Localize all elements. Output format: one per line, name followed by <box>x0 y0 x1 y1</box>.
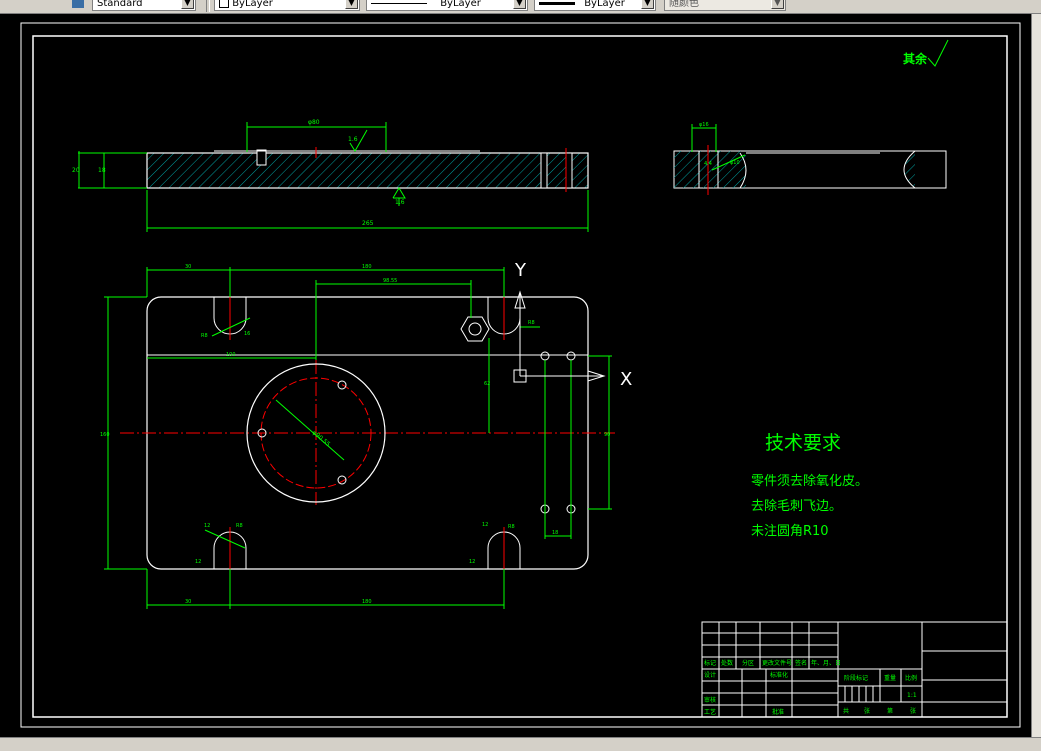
plan-hex-nut <box>460 316 490 342</box>
tech-req-line-3: 未注圆角R10 <box>751 524 829 539</box>
side-surface-finish-top: 1.6 <box>348 136 358 143</box>
plan-dim-top-mid: 180 <box>362 264 372 270</box>
plan-dim-bottom-small: 12 <box>195 559 201 565</box>
side-top-dim: φ80 <box>308 119 320 126</box>
chevron-down-icon[interactable]: ▼ <box>641 0 654 9</box>
plan-dim-slot-w: 16 <box>244 331 250 337</box>
chevron-down-icon[interactable]: ▼ <box>345 0 358 9</box>
side-hole-1 <box>540 152 548 189</box>
plan-dim-slot-bl-1: 12 <box>204 523 210 529</box>
plan-dim-slot-bl-2: R8 <box>236 523 243 529</box>
plan-dim-circle: φ90.55 <box>311 429 332 448</box>
ucs-x-label: X <box>620 369 632 390</box>
tb-label-sign: 签名 <box>795 659 807 667</box>
properties-toolbar: Standard ▼ ByLayer ▼ ByLayer ▼ ByLayer ▼… <box>0 0 1041 14</box>
end-dim-1: 4.4 <box>704 161 712 167</box>
side-total-length: 265 <box>362 220 374 227</box>
linetype-combo[interactable]: ByLayer ▼ <box>366 0 528 11</box>
chevron-down-icon[interactable]: ▼ <box>513 0 526 9</box>
side-surface-finish-bottom: 1.6 <box>395 199 405 206</box>
plan-dim-slot-br-1: 12 <box>482 522 488 528</box>
tb-label-review: 审核 <box>704 696 716 704</box>
toolbar-separator <box>206 0 210 12</box>
side-view: φ80 1.6 20 18 1.6 265 <box>72 119 589 232</box>
ucs-y-label: Y <box>514 260 527 281</box>
title-block <box>701 621 1008 718</box>
tb-label-sheet-word: 张 <box>864 707 870 715</box>
tb-label-process: 工艺 <box>704 708 716 716</box>
plan-dim-left-height: 160 <box>100 432 110 438</box>
end-view: φ16 4.4 φ10 <box>673 122 947 195</box>
plan-dim-right-bottom: 18 <box>552 530 558 536</box>
tb-label-page-word: 张 <box>910 707 916 715</box>
color-value: ByLayer <box>232 0 273 9</box>
plan-dim-hole-offset: 62 <box>484 381 490 387</box>
text-style-value: Standard <box>97 0 143 9</box>
drawing-svg: 其余 φ80 1.6 20 18 1.6 265 φ16 4.4 φ10 φ90… <box>20 22 1021 728</box>
side-hole-2 <box>565 152 573 189</box>
plan-dim-right-height: 90 <box>604 432 610 438</box>
plan-dim-bottom-right-small: 12 <box>469 559 475 565</box>
lineweight-sample <box>539 1 575 5</box>
tech-req-line-2: 去除毛刺飞边。 <box>751 499 842 514</box>
color-swatch-icon <box>219 0 229 8</box>
vertical-scrollbar[interactable] <box>1031 14 1041 737</box>
plan-dim-slot-r: R8 <box>201 333 208 339</box>
side-left-dim-1: 20 <box>72 167 80 174</box>
end-top-dim: φ16 <box>699 122 709 128</box>
roughness-note: 其余 <box>903 39 949 67</box>
linetype-value: ByLayer <box>440 0 481 9</box>
side-left-dim-2: 18 <box>98 167 106 174</box>
plan-dim-bottom-left: 30 <box>185 599 191 605</box>
tb-label-count: 处数 <box>721 659 733 667</box>
plan-dim-mid-left: 100 <box>226 352 236 358</box>
linetype-sample <box>371 2 427 4</box>
tb-label-date: 年、月、日 <box>811 659 841 667</box>
tb-label-weight: 重量 <box>884 674 896 682</box>
tech-req-title: 技术要求 <box>765 432 841 454</box>
tb-label-mark: 标记 <box>704 659 716 667</box>
tb-label-sheets: 共 <box>843 707 849 715</box>
plan-view: φ90.55 30 180 98.55 160 100 62 R8 16 R8 … <box>100 264 615 609</box>
tb-label-scale: 比例 <box>905 674 917 682</box>
technical-requirements: 技术要求 零件须去除氧化皮。 去除毛刺飞边。 未注圆角R10 <box>751 432 868 539</box>
plan-dim-slot-r-right: R8 <box>528 320 535 326</box>
text-style-combo[interactable]: Standard ▼ <box>92 0 196 11</box>
side-body <box>146 152 589 189</box>
plot-style-combo[interactable]: 随颜色 ▼ <box>664 0 786 11</box>
tb-label-page: 第 <box>887 707 893 715</box>
color-combo[interactable]: ByLayer ▼ <box>214 0 360 11</box>
drawing-canvas[interactable]: 其余 φ80 1.6 20 18 1.6 265 φ16 4.4 φ10 φ90… <box>0 14 1031 737</box>
tech-req-line-1: 零件须去除氧化皮。 <box>751 474 868 489</box>
plan-dim-slot-br-2: R8 <box>508 524 515 530</box>
tb-scale-value: 1:1 <box>907 692 917 699</box>
lineweight-value: ByLayer <box>584 0 625 9</box>
tb-label-zone: 分区 <box>742 659 754 667</box>
tb-label-change-doc: 更改文件号 <box>762 659 792 667</box>
plot-style-value: 随颜色 <box>669 0 699 9</box>
roughness-symbol-icon <box>927 39 949 67</box>
plan-dim-top-left: 30 <box>185 264 191 270</box>
tb-label-approve: 批准 <box>772 708 784 716</box>
plan-dim-top-inner: 98.55 <box>383 278 397 284</box>
horizontal-scrollbar[interactable] <box>0 737 1041 751</box>
chevron-down-icon[interactable]: ▼ <box>181 0 194 9</box>
roughness-note-text: 其余 <box>903 51 928 66</box>
tb-label-stage: 阶段标记 <box>844 674 868 682</box>
side-slot <box>256 149 267 166</box>
end-dim-2: φ10 <box>730 160 740 166</box>
plan-dim-bottom-mid: 180 <box>362 599 372 605</box>
chevron-down-icon[interactable]: ▼ <box>771 0 784 9</box>
lineweight-combo[interactable]: ByLayer ▼ <box>534 0 656 11</box>
text-style-icon[interactable] <box>72 0 84 8</box>
tb-label-design: 设计 <box>704 671 716 679</box>
tb-label-standardize: 标准化 <box>770 671 788 679</box>
